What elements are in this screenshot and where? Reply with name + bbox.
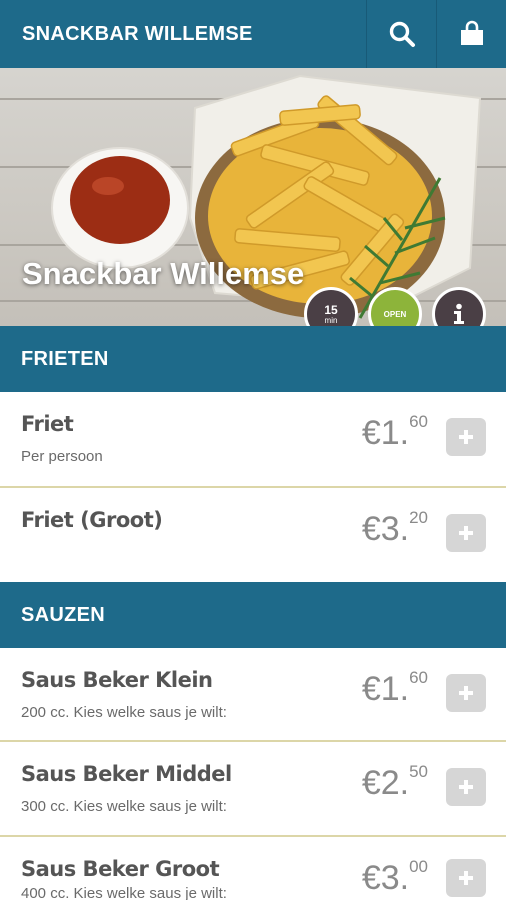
menu-item[interactable]: Saus Beker Groot 400 cc. Kies welke saus… [0, 837, 506, 900]
item-name: Saus Beker Middel [21, 762, 232, 786]
item-price: €3.20 [361, 508, 428, 549]
search-button[interactable] [366, 0, 436, 68]
app-title: SNACKBAR WILLEMSE [22, 23, 253, 45]
menu-item[interactable]: Saus Beker Middel 300 cc. Kies welke sau… [0, 742, 506, 837]
add-to-cart-button[interactable] [446, 514, 486, 552]
delivery-time-unit: min [324, 315, 338, 325]
price-cents: 20 [409, 508, 428, 527]
item-name: Friet (Groot) [21, 508, 163, 532]
add-to-cart-button[interactable] [446, 859, 486, 897]
price-whole: €1. [361, 414, 410, 452]
restaurant-name: Snackbar Willemse [22, 256, 305, 291]
plus-icon [459, 430, 473, 444]
price-cents: 50 [409, 762, 428, 781]
price-whole: €3. [361, 510, 410, 548]
open-status-label: OPEN [383, 309, 407, 319]
section-header-frieten: FRIETEN [0, 326, 506, 392]
plus-icon [459, 526, 473, 540]
plus-icon [459, 780, 473, 794]
item-name: Saus Beker Groot [21, 857, 220, 881]
menu-item[interactable]: Friet Per persoon €1.60 [0, 392, 506, 488]
plus-icon [459, 871, 473, 885]
price-whole: €1. [361, 670, 410, 708]
item-price: €1.60 [361, 668, 428, 709]
item-price: €3.00 [361, 857, 428, 898]
plus-icon [459, 686, 473, 700]
price-cents: 00 [409, 857, 428, 876]
menu-item[interactable]: Saus Beker Klein 200 cc. Kies welke saus… [0, 648, 506, 742]
cart-button[interactable] [436, 0, 506, 68]
item-description: Per persoon [21, 448, 103, 465]
item-name: Friet [21, 412, 74, 436]
search-icon [389, 21, 415, 47]
hero-banner: Snackbar Willemse [0, 68, 506, 326]
item-description: 400 cc. Kies welke saus je wilt: [21, 885, 227, 900]
menu-item[interactable]: Friet (Groot) €3.20 [0, 488, 506, 582]
shopping-bag-icon [460, 20, 483, 45]
item-description: 300 cc. Kies welke saus je wilt: [21, 798, 227, 815]
section-header-sauzen: SAUZEN [0, 582, 506, 648]
delivery-time-value: 15 [324, 302, 338, 317]
add-to-cart-button[interactable] [446, 768, 486, 806]
price-whole: €3. [361, 859, 410, 897]
add-to-cart-button[interactable] [446, 674, 486, 712]
add-to-cart-button[interactable] [446, 418, 486, 456]
item-price: €2.50 [361, 762, 428, 803]
price-cents: 60 [409, 412, 428, 431]
price-whole: €2. [361, 764, 410, 802]
info-icon [454, 303, 464, 324]
item-description: 200 cc. Kies welke saus je wilt: [21, 704, 227, 721]
item-name: Saus Beker Klein [21, 668, 213, 692]
price-cents: 60 [409, 668, 428, 687]
app-header: SNACKBAR WILLEMSE [0, 0, 506, 68]
item-price: €1.60 [361, 412, 428, 453]
